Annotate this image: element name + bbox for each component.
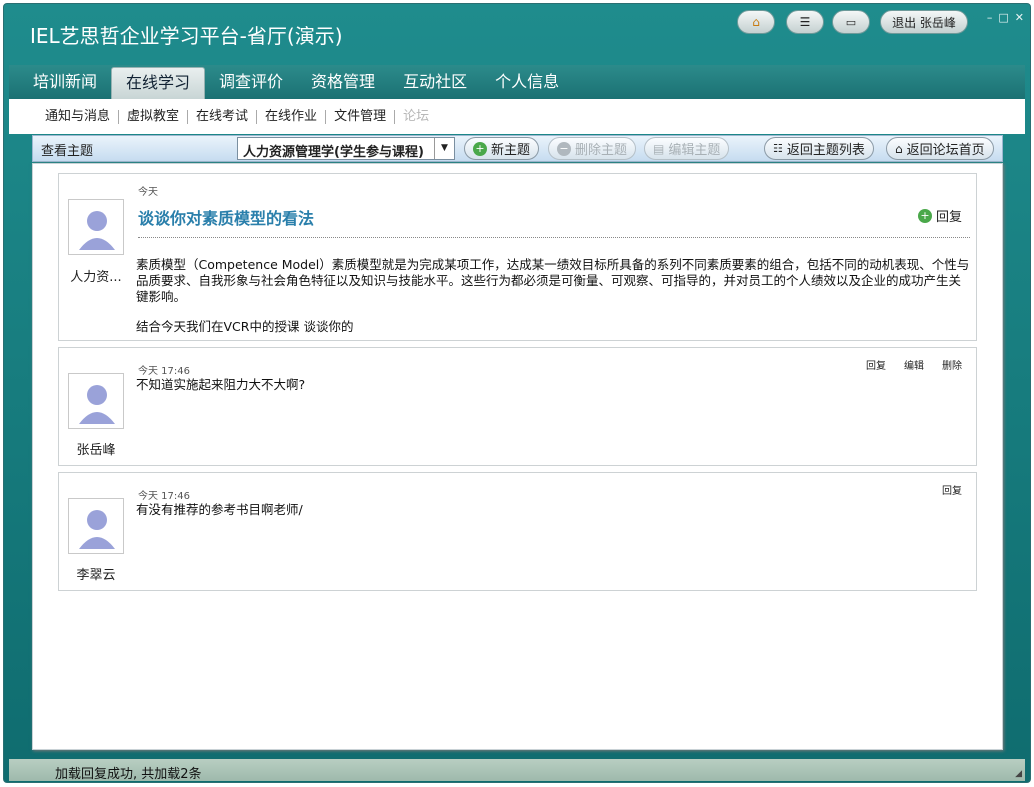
- list-icon: ☷: [773, 142, 783, 155]
- new-topic-label: 新主题: [491, 143, 531, 158]
- post-time: 今天 17:46: [138, 366, 190, 377]
- course-select[interactable]: 人力资源管理学(学生参与课程) ▼: [237, 137, 455, 160]
- subnav-online-exam[interactable]: 在线考试: [188, 109, 258, 124]
- home-icon: ⌂: [895, 141, 903, 156]
- delete-topic-button: − 删除主题: [548, 137, 637, 160]
- list-icon: ☰: [799, 15, 811, 29]
- subnav-forum: 论坛: [403, 108, 430, 124]
- delete-topic-label: 删除主题: [575, 143, 628, 158]
- tab-survey[interactable]: 调查评价: [205, 67, 297, 99]
- avatar: [68, 498, 124, 554]
- tab-training-news[interactable]: 培训新闻: [19, 67, 111, 99]
- subnav-online-homework[interactable]: 在线作业: [257, 109, 327, 124]
- post-actions: 回复 编辑 删除: [866, 357, 962, 372]
- post-body: 素质模型（Competence Model）素质模型就是为完成某项工作，达成某一…: [136, 257, 970, 304]
- edit-topic-button: ▤ 编辑主题: [644, 137, 730, 160]
- app-title: IEL艺思哲企业学习平台-省厅(演示): [30, 24, 343, 48]
- post-body: 有没有推荐的参考书目啊老师/: [136, 502, 303, 517]
- topic-title: 谈谈你对素质模型的看法: [138, 209, 315, 228]
- close-icon[interactable]: ✕: [1015, 11, 1024, 24]
- course-select-value: 人力资源管理学(学生参与课程): [243, 145, 424, 160]
- tab-personal-info[interactable]: 个人信息: [481, 67, 573, 99]
- post-author: 人力资...: [70, 270, 122, 285]
- divider: [138, 237, 970, 238]
- post-time: 今天: [138, 187, 158, 198]
- status-text: 加载回复成功, 共加载2条: [55, 767, 202, 782]
- topic-post: 人力资... 今天 谈谈你对素质模型的看法 + 回复 素质模型（Competen…: [58, 173, 977, 341]
- home-button[interactable]: ⌂: [737, 10, 775, 34]
- subnav-virtual-classroom[interactable]: 虚拟教室: [119, 109, 189, 124]
- tab-qualification[interactable]: 资格管理: [297, 67, 389, 99]
- tab-online-learning[interactable]: 在线学习: [111, 67, 206, 99]
- maximize-icon[interactable]: □: [998, 11, 1008, 24]
- back-list-label: 返回主题列表: [786, 143, 865, 158]
- reply-label: 回复: [935, 210, 962, 225]
- reply-post: 张岳峰 今天 17:46 不知道实施起来阻力大不大啊? 回复 编辑 删除: [58, 347, 977, 466]
- home-icon: ⌂: [752, 15, 760, 29]
- post-time: 今天 17:46: [138, 491, 190, 502]
- status-bar: 加载回复成功, 共加载2条 ◢: [9, 759, 1025, 782]
- minimize-icon[interactable]: –: [987, 11, 993, 24]
- topic-content: 人力资... 今天 谈谈你对素质模型的看法 + 回复 素质模型（Competen…: [32, 163, 1003, 750]
- user-avatar-icon: [79, 211, 115, 250]
- post-body: 不知道实施起来阻力大不大啊?: [136, 377, 306, 392]
- delete-link[interactable]: 删除: [942, 357, 962, 372]
- app-window: IEL艺思哲企业学习平台-省厅(演示) ⌂ ☰ ▭ 退出 张岳峰 – □ ✕ 培…: [3, 3, 1031, 783]
- plus-icon: +: [917, 208, 932, 223]
- minus-icon: −: [557, 141, 571, 156]
- edit-topic-label: 编辑主题: [668, 143, 721, 158]
- window-controls: – □ ✕: [987, 11, 1024, 24]
- chevron-down-icon[interactable]: ▼: [434, 138, 454, 159]
- title-bar: IEL艺思哲企业学习平台-省厅(演示) ⌂ ☰ ▭ 退出 张岳峰 – □ ✕: [4, 4, 1030, 64]
- back-to-topic-list-button[interactable]: ☷ 返回主题列表: [764, 137, 874, 160]
- reply-post: 李翠云 今天 17:46 有没有推荐的参考书目啊老师/ 回复: [58, 472, 977, 591]
- post-actions: 回复: [942, 482, 962, 497]
- user-avatar-icon: [79, 385, 115, 424]
- resize-grip-icon[interactable]: ◢: [1015, 769, 1022, 779]
- post-author: 张岳峰: [76, 443, 116, 458]
- forum-toolbar: 查看主题 人力资源管理学(学生参与课程) ▼ + 新主题 − 删除主题 ▤ 编辑…: [32, 135, 1003, 162]
- edit-icon: ▤: [653, 141, 665, 156]
- sub-nav: 通知与消息 虚拟教室 在线考试 在线作业 文件管理 论坛: [9, 99, 1025, 134]
- new-topic-button[interactable]: + 新主题: [464, 137, 540, 160]
- reply-button[interactable]: + 回复: [917, 206, 962, 225]
- avatar: [68, 199, 124, 255]
- keyboard-icon: ▭: [845, 15, 857, 29]
- tab-community[interactable]: 互动社区: [389, 67, 481, 99]
- back-to-forum-home-button[interactable]: ⌂ 返回论坛首页: [886, 137, 994, 160]
- reply-link[interactable]: 回复: [866, 357, 886, 372]
- plus-icon: +: [473, 141, 487, 156]
- subnav-file-management[interactable]: 文件管理: [326, 109, 396, 124]
- keyboard-button[interactable]: ▭: [832, 10, 870, 34]
- avatar: [68, 373, 124, 429]
- back-home-label: 返回论坛首页: [906, 143, 985, 158]
- post-body-extra: 结合今天我们在VCR中的授课 谈谈你的: [136, 319, 354, 334]
- edit-link[interactable]: 编辑: [904, 357, 924, 372]
- list-button[interactable]: ☰: [786, 10, 824, 34]
- logout-button[interactable]: 退出 张岳峰: [880, 10, 968, 34]
- post-author: 李翠云: [76, 568, 116, 583]
- main-nav: 培训新闻 在线学习 调查评价 资格管理 互动社区 个人信息: [9, 65, 1025, 99]
- user-avatar-icon: [79, 510, 115, 549]
- toolbar-label: 查看主题: [41, 144, 94, 159]
- reply-link[interactable]: 回复: [942, 482, 962, 497]
- subnav-notices[interactable]: 通知与消息: [37, 109, 120, 124]
